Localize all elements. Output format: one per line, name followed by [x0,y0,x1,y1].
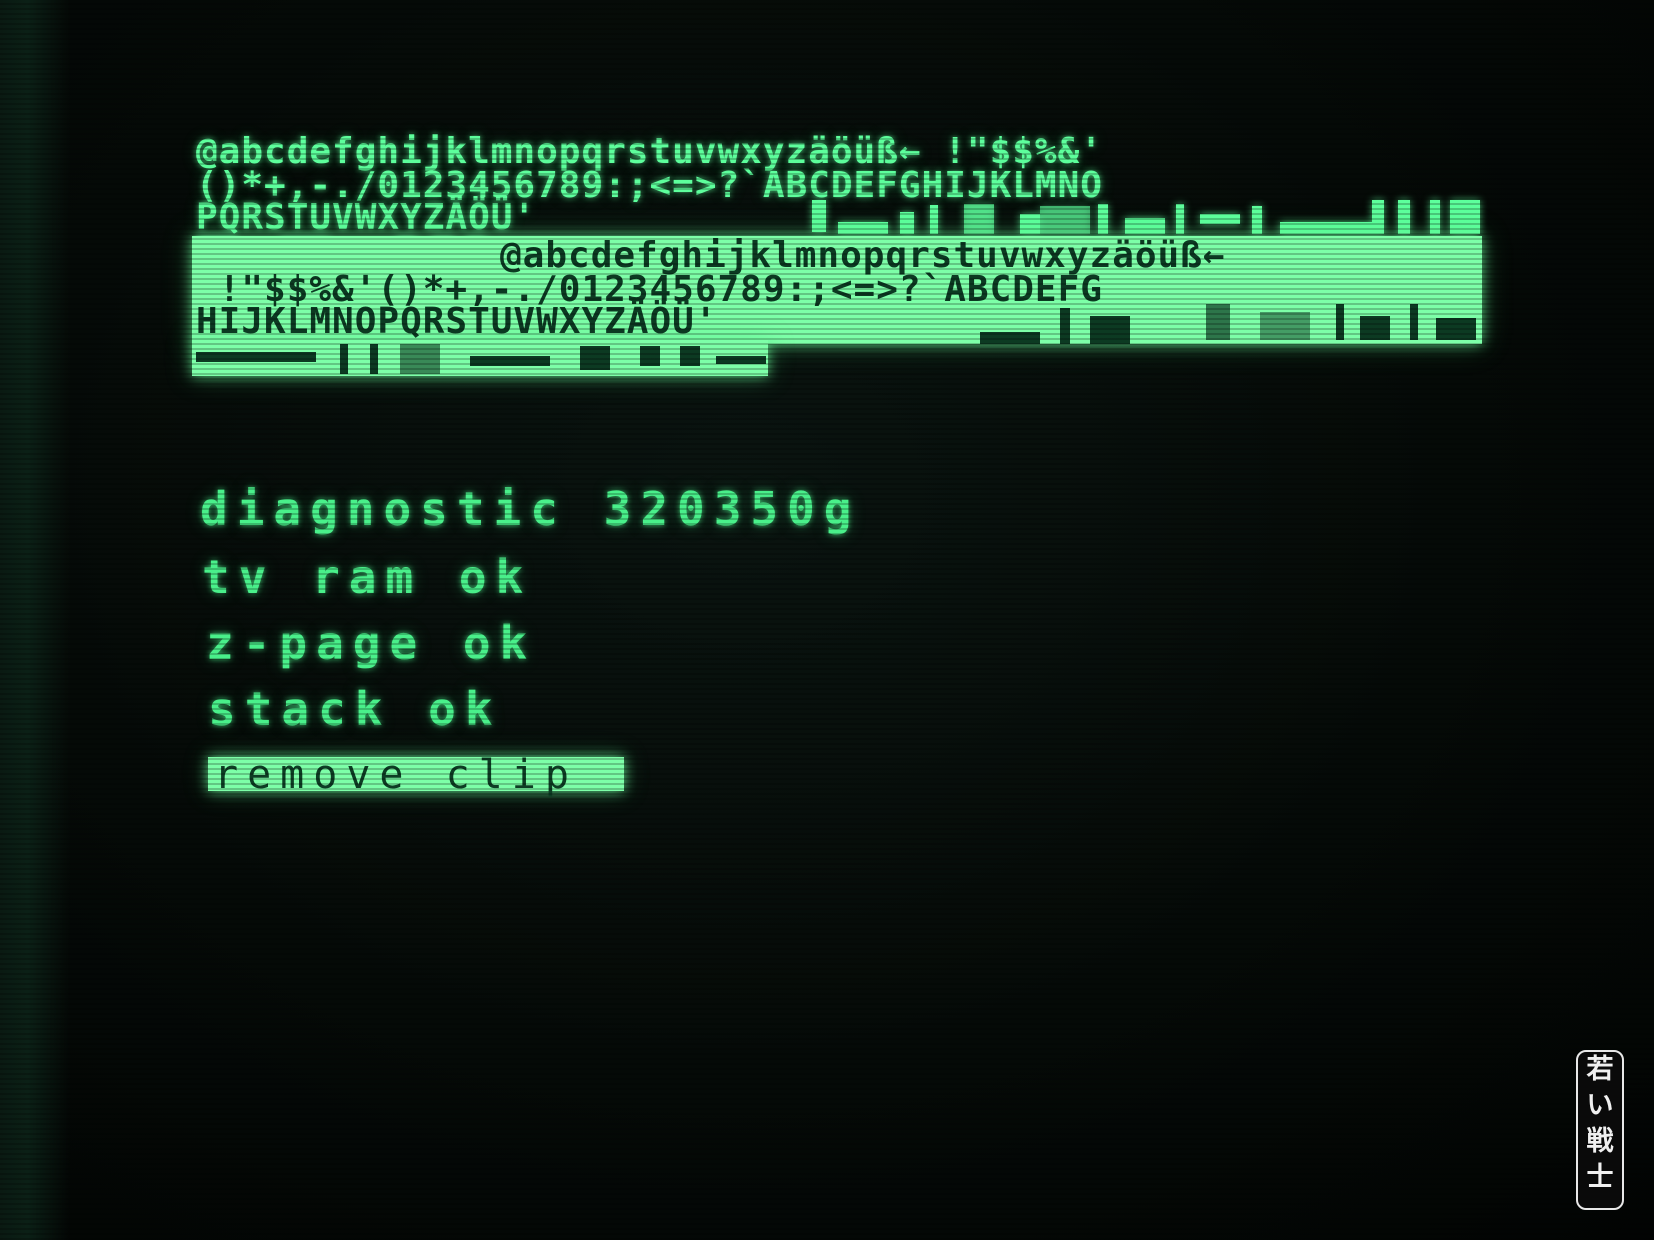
watermark-seal: 若 い 戦 士 [1576,1050,1624,1210]
status-tv-ram: tv ram ok [202,550,533,604]
status-zpage: z-page ok [206,616,537,670]
remove-clip-label: remove clip [214,752,578,798]
remove-clip-prompt: remove clip [208,755,624,795]
diagnostic-title: diagnostic 320350g [200,482,861,536]
watermark-char-4: 士 [1586,1162,1614,1193]
crt-screen: @abcdefghijklmnopqrstuvwxyzäöüß← !"$$%&'… [0,0,1654,1240]
watermark-char-3: 戦 [1586,1126,1614,1157]
watermark-char-1: 若 [1586,1054,1614,1085]
watermark-char-2: い [1586,1090,1614,1121]
status-stack: stack ok [208,682,502,736]
